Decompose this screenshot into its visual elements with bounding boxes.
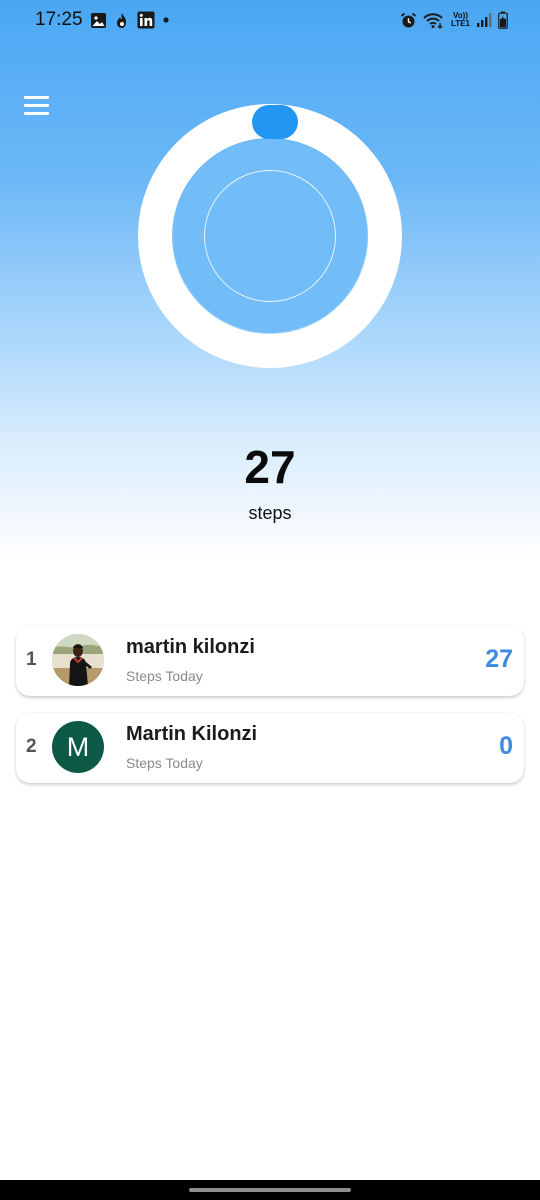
wifi-icon — [423, 12, 443, 29]
app-screen: 17:25 Vo)) LTE1 27 steps 1 martin kilonz… — [0, 0, 540, 1200]
fire-icon — [117, 12, 126, 28]
step-unit-label: steps — [248, 503, 292, 523]
linkedin-icon — [137, 11, 155, 29]
participant-steps: 0 — [499, 732, 513, 760]
leaderboard-item[interactable]: 2 M Martin Kilonzi Steps Today 0 — [16, 713, 524, 783]
status-system-icons: Vo)) LTE1 — [400, 10, 508, 30]
volte-icon: Vo)) LTE1 — [451, 12, 470, 28]
participant-name: Martin Kilonzi — [126, 723, 258, 745]
dot-icon — [163, 17, 169, 23]
leaderboard-item[interactable]: 1 martin kilonzi Steps Today 27 — [16, 626, 524, 696]
inner-circle — [173, 139, 367, 333]
step-progress-ring — [138, 104, 402, 368]
participant-steps: 27 — [485, 645, 513, 673]
hamburger-menu-icon[interactable] — [24, 96, 50, 116]
image-icon — [91, 12, 106, 28]
alarm-icon — [400, 12, 417, 27]
signal-icon — [477, 13, 492, 27]
status-notification-icons — [90, 11, 170, 29]
avatar: M — [52, 721, 104, 773]
step-count: 27 — [244, 441, 296, 493]
home-gesture-handle[interactable] — [189, 1188, 351, 1192]
avatar — [52, 634, 104, 686]
participant-subtitle: Steps Today — [126, 755, 203, 771]
battery-icon — [498, 11, 508, 29]
profile-photo-icon — [52, 634, 104, 686]
leaderboard-list: 1 martin kilonzi Steps Today 27 2 M Mart… — [16, 626, 524, 800]
status-time: 17:25 — [35, 9, 83, 30]
lte-label: LTE1 — [451, 19, 470, 28]
participant-subtitle: Steps Today — [126, 668, 203, 684]
rank-number: 1 — [26, 649, 37, 670]
rank-number: 2 — [26, 736, 37, 757]
status-bar: 17:25 Vo)) LTE1 — [0, 0, 540, 40]
participant-name: martin kilonzi — [126, 636, 255, 658]
system-navigation-bar — [0, 1180, 540, 1200]
